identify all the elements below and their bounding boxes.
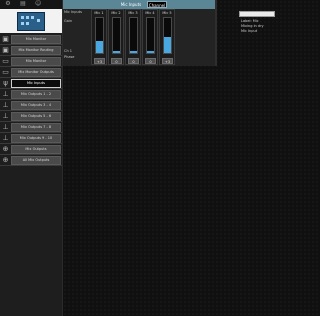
output-icon: ▭: [2, 68, 9, 76]
sidebar-item-label: Mix Monitor: [11, 35, 61, 44]
info-line-3: Mic Input: [241, 29, 258, 33]
sidebar-item[interactable]: ⊕ All Mix Outputs: [0, 155, 62, 166]
label-column: Mic Inputs Gain Ch 1 Phase: [64, 9, 89, 66]
tree-icon: ⊥: [2, 101, 9, 109]
phase-label: Phase: [64, 55, 75, 59]
tree-icon: ⊥: [2, 112, 9, 120]
globe-icon: ⊕: [2, 156, 9, 164]
globe-icon: ⊕: [2, 145, 9, 153]
toolbar: ⚙ ▤ ☺: [0, 0, 62, 9]
tree-icon: ⊥: [2, 90, 9, 98]
sidebar-item[interactable]: ▣ Mix Monitor: [0, 34, 62, 45]
section-label: Mic Inputs: [64, 10, 82, 14]
device-image: [17, 12, 45, 31]
channel-name: Mic 5: [162, 11, 172, 15]
sidebar-item-label: Mix Monitor Routing: [11, 46, 61, 55]
panel-header: Mic Inputs Channel: [63, 0, 215, 9]
monitor-icon: ▣: [2, 35, 9, 43]
sidebar-item-label: All Mix Outputs: [11, 156, 61, 165]
sidebar-item-label: Mix Monitor: [11, 57, 61, 66]
sidebar-item[interactable]: ▭ Mix Monitor: [0, 56, 62, 67]
channel-name: Mic 4: [145, 11, 155, 15]
gain-value[interactable]: +3: [162, 58, 173, 64]
gain-value[interactable]: 0: [145, 58, 156, 64]
sidebar-item[interactable]: ▭ Mix Monitor Outputs: [0, 67, 62, 78]
output-icon: ▭: [2, 57, 9, 65]
tree-icon: ⊥: [2, 134, 9, 142]
channel-strip: Mic 3 0: [125, 9, 141, 65]
panel-title: Mic Inputs: [120, 2, 142, 7]
sidebar-item-label: Mix Outputs 5 - 6: [11, 112, 61, 121]
sidebar-item[interactable]: ⊥ Mix Outputs 1 - 2: [0, 89, 62, 100]
sidebar-item[interactable]: ⊕ Mix Outputs: [0, 144, 62, 155]
monitor-icon: ▣: [2, 46, 9, 54]
gain-slider[interactable]: [95, 17, 104, 54]
gain-slider[interactable]: [112, 17, 121, 54]
channel-strip: Mic 5 +3: [159, 9, 175, 65]
label-input[interactable]: [239, 11, 275, 17]
gain-level: [113, 51, 120, 53]
channel-tab[interactable]: Channel: [147, 1, 167, 8]
channel-name: Mic 3: [128, 11, 138, 15]
sidebar-item-label: Mix Outputs 1 - 2: [11, 90, 61, 99]
sidebar-item[interactable]: ⊥ Mix Outputs 5 - 6: [0, 111, 62, 122]
sidebar-item[interactable]: ⊥ Mix Outputs 3 - 4: [0, 100, 62, 111]
sidebar-item-label: Mix Outputs 3 - 4: [11, 101, 61, 110]
channel-strip: Mic 2 0: [108, 9, 124, 65]
device-thumbnail: [0, 9, 62, 33]
lock-icon[interactable]: ▤: [20, 1, 26, 7]
sidebar-list: ▣ Mix Monitor ▣ Mix Monitor Routing ▭ Mix Mon…: [0, 34, 62, 166]
gain-value[interactable]: +3: [94, 58, 105, 64]
gain-value[interactable]: 0: [128, 58, 139, 64]
channel-name: Mic 2: [111, 11, 121, 15]
sidebar-item[interactable]: ⊥ Mix Outputs 7 - 8: [0, 122, 62, 133]
channel-label: Ch 1: [64, 49, 73, 53]
gain-value[interactable]: 0: [111, 58, 122, 64]
sidebar-item-label: Mix Monitor Outputs: [11, 68, 61, 77]
info-box: Label: Mic Mixing in dry Mic Input: [237, 9, 277, 49]
sidebar-item-label: Mix Outputs 7 - 8: [11, 123, 61, 132]
gain-level: [164, 37, 171, 53]
user-icon[interactable]: ☺: [35, 1, 41, 7]
input-icon: ψ: [3, 79, 8, 87]
tree-icon: ⊥: [2, 123, 9, 131]
gain-slider[interactable]: [146, 17, 155, 54]
gain-label: Gain: [64, 19, 73, 23]
channel-strip: Mic 4 0: [142, 9, 158, 65]
gain-slider[interactable]: [163, 17, 172, 54]
gain-level: [130, 51, 137, 53]
gain-slider[interactable]: [129, 17, 138, 54]
channel-name: Mic 1: [94, 11, 104, 15]
sidebar-item[interactable]: ▣ Mix Monitor Routing: [0, 45, 62, 56]
mic-inputs-panel: Mic Inputs Channel Mic Inputs Gain Ch 1 …: [63, 0, 275, 66]
sidebar: ⚙ ▤ ☺ ▣ Mix Monitor ▣ Mix Monitor Routing ▭ M…: [0, 0, 63, 316]
sidebar-item-label: Mix Outputs: [11, 145, 61, 154]
gain-level: [147, 51, 154, 53]
sidebar-item-label: Mic Inputs: [11, 79, 61, 88]
settings-icon[interactable]: ⚙: [5, 1, 11, 7]
sidebar-item[interactable]: ψ Mic Inputs: [0, 78, 62, 89]
sidebar-item[interactable]: ⊥ Mix Outputs 9 - 10: [0, 133, 62, 144]
gain-level: [96, 40, 103, 53]
channel-strip: Mic 1 +3: [91, 9, 107, 65]
sidebar-item-label: Mix Outputs 9 - 10: [11, 134, 61, 143]
